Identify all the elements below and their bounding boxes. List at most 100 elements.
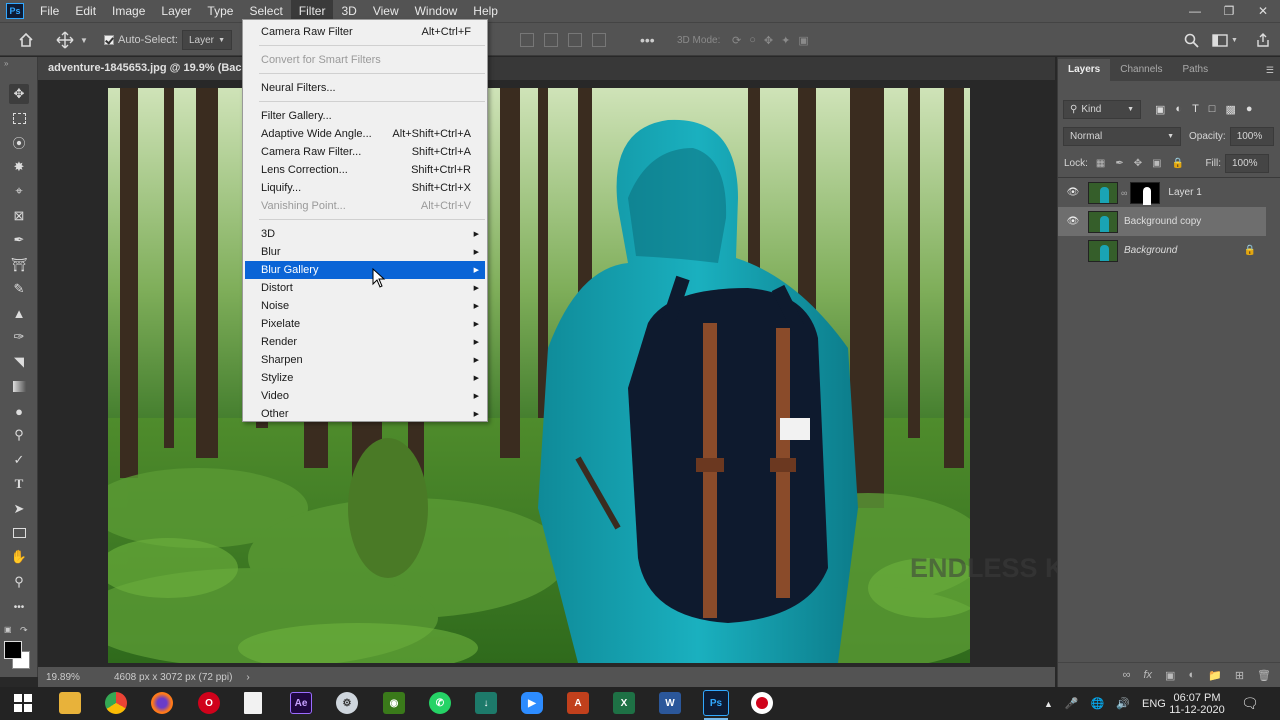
menu-item-filter-gallery[interactable]: Filter Gallery...: [245, 107, 485, 125]
layer-row[interactable]: 👁 ∞ Layer 1: [1058, 178, 1266, 207]
language-indicator[interactable]: ENG: [1142, 698, 1166, 710]
fx-icon[interactable]: fx: [1143, 669, 1152, 681]
move-tool-icon[interactable]: ✥: [9, 84, 29, 104]
whatsapp-icon[interactable]: ✆: [429, 692, 451, 714]
chevron-right-icon[interactable]: ›: [246, 672, 249, 683]
menu-item-distort[interactable]: Distort ▶: [245, 279, 485, 297]
add-mask-icon[interactable]: ▣: [1165, 669, 1175, 682]
dodge-tool-icon[interactable]: ⚲: [9, 425, 29, 445]
chrome-icon[interactable]: [105, 692, 127, 714]
lock-all-icon[interactable]: 🔒: [1172, 158, 1184, 169]
menu-item-camera-raw-filter[interactable]: Camera Raw Filter Alt+Ctrl+F: [245, 23, 485, 41]
align-bottom-icon[interactable]: [568, 33, 582, 47]
link-icon[interactable]: ∞: [1121, 188, 1127, 198]
auto-select-checkbox[interactable]: Auto-Select:: [104, 23, 178, 57]
firefox-icon[interactable]: [151, 692, 173, 714]
notifications-icon[interactable]: 🗨: [1241, 687, 1259, 720]
menu-file[interactable]: File: [32, 0, 67, 22]
3d-roll-icon[interactable]: ○: [749, 34, 756, 46]
layer-kind-filter[interactable]: ⚲ Kind ▼: [1063, 100, 1141, 119]
menu-edit[interactable]: Edit: [67, 0, 104, 22]
frame-tool-icon[interactable]: ⊠: [9, 206, 29, 226]
zoom-tool-icon[interactable]: ⚲: [9, 572, 29, 592]
share-icon[interactable]: [1256, 23, 1270, 57]
restore-icon[interactable]: ❐: [1212, 0, 1246, 22]
visibility-eye-icon[interactable]: 👁: [1064, 216, 1082, 227]
menu-item-blur[interactable]: Blur ▶: [245, 243, 485, 261]
file-explorer-icon[interactable]: [59, 692, 81, 714]
excel-icon[interactable]: X: [613, 692, 635, 714]
brush-tool-icon[interactable]: ✎: [9, 279, 29, 299]
marquee-tool-icon[interactable]: [9, 108, 29, 128]
history-brush-tool-icon[interactable]: ✑: [9, 327, 29, 347]
3d-slide-icon[interactable]: ✦: [781, 34, 790, 47]
lock-pixels-icon[interactable]: ✒: [1115, 158, 1123, 169]
app-icon[interactable]: ⚙: [336, 692, 358, 714]
acrobat-icon[interactable]: A: [567, 692, 589, 714]
swap-colors-icon[interactable]: ↷: [20, 625, 28, 636]
new-group-icon[interactable]: 📁: [1208, 669, 1222, 682]
move-tool-icon[interactable]: ▼: [56, 23, 88, 57]
menu-item-lens-correction[interactable]: Lens Correction... Shift+Ctrl+R: [245, 161, 485, 179]
adjustment-filter-icon[interactable]: ◐: [1175, 103, 1182, 116]
photoshop-taskbar-icon[interactable]: Ps: [703, 690, 729, 716]
pixel-filter-icon[interactable]: ▣: [1155, 103, 1165, 116]
home-icon[interactable]: [18, 23, 34, 57]
3d-camera-icon[interactable]: ▣: [798, 34, 808, 47]
menu-item-render[interactable]: Render ▶: [245, 333, 485, 351]
microphone-icon[interactable]: 🎤: [1065, 697, 1079, 710]
auto-select-target-select[interactable]: Layer ▼: [182, 30, 232, 50]
default-colors-icon[interactable]: ▣: [4, 625, 12, 634]
menu-item-3d[interactable]: 3D ▶: [245, 225, 485, 243]
align-top-icon[interactable]: [520, 33, 534, 47]
opacity-input[interactable]: 100%: [1229, 127, 1274, 146]
document-tab[interactable]: adventure-1845653.jpg @ 19.9% (Backg: [38, 57, 242, 80]
menu-item-pixelate[interactable]: Pixelate ▶: [245, 315, 485, 333]
opera-icon[interactable]: O: [198, 692, 220, 714]
quick-selection-tool-icon[interactable]: ✸: [9, 157, 29, 177]
adjustment-layer-icon[interactable]: ◐: [1188, 669, 1195, 681]
type-filter-icon[interactable]: T: [1192, 103, 1199, 116]
chevron-up-icon[interactable]: ▲: [1044, 699, 1053, 709]
menu-image[interactable]: Image: [104, 0, 153, 22]
tab-layers[interactable]: Layers: [1058, 59, 1111, 81]
volume-icon[interactable]: 🔊: [1116, 697, 1130, 710]
chevron-down-icon[interactable]: ▼: [80, 36, 88, 45]
menu-item-other[interactable]: Other ▶: [245, 405, 485, 423]
smart-object-filter-icon[interactable]: ▩: [1225, 103, 1235, 116]
menu-item-adaptive-wide-angle[interactable]: Adaptive Wide Angle... Alt+Shift+Ctrl+A: [245, 125, 485, 143]
workspace-icon[interactable]: ▼: [1212, 23, 1238, 57]
visibility-eye-icon[interactable]: 👁: [1064, 187, 1082, 198]
download-manager-icon[interactable]: ↓: [475, 692, 497, 714]
filter-toggle-icon[interactable]: ●: [1246, 103, 1253, 116]
screen-recorder-icon[interactable]: [751, 692, 773, 714]
type-tool-icon[interactable]: T: [9, 474, 29, 494]
blur-tool-icon[interactable]: ●: [9, 401, 29, 421]
lasso-tool-icon[interactable]: ⦿: [9, 132, 29, 152]
document-image[interactable]: [108, 88, 970, 663]
menu-type[interactable]: Type: [199, 0, 241, 22]
layer-mask-thumbnail[interactable]: [1130, 181, 1161, 205]
path-selection-tool-icon[interactable]: ➤: [9, 499, 29, 519]
distribute-icon[interactable]: [592, 33, 606, 47]
foreground-color-swatch[interactable]: [4, 641, 22, 659]
hand-tool-icon[interactable]: ✋: [9, 547, 29, 567]
tab-channels[interactable]: Channels: [1110, 59, 1172, 81]
search-icon[interactable]: [1184, 23, 1199, 57]
word-icon[interactable]: W: [659, 692, 681, 714]
menu-item-noise[interactable]: Noise ▶: [245, 297, 485, 315]
menu-item-sharpen[interactable]: Sharpen ▶: [245, 351, 485, 369]
gradient-tool-icon[interactable]: [9, 376, 29, 396]
minimize-icon[interactable]: —: [1178, 0, 1212, 22]
panel-menu-icon[interactable]: ☰: [1266, 65, 1274, 76]
lock-position-icon[interactable]: ✥: [1134, 158, 1142, 169]
menu-item-liquify[interactable]: Liquify... Shift+Ctrl+X: [245, 179, 485, 197]
lock-transparency-icon[interactable]: ▦: [1096, 158, 1105, 169]
more-options-icon[interactable]: •••: [640, 23, 655, 57]
clone-stamp-tool-icon[interactable]: ▲: [9, 303, 29, 323]
delete-layer-icon[interactable]: 🗑: [1257, 669, 1271, 682]
fill-input[interactable]: 100%: [1225, 154, 1269, 173]
checkbox-icon[interactable]: [104, 35, 114, 45]
pen-tool-icon[interactable]: ✓: [9, 450, 29, 470]
edit-toolbar-icon[interactable]: •••: [9, 597, 29, 617]
